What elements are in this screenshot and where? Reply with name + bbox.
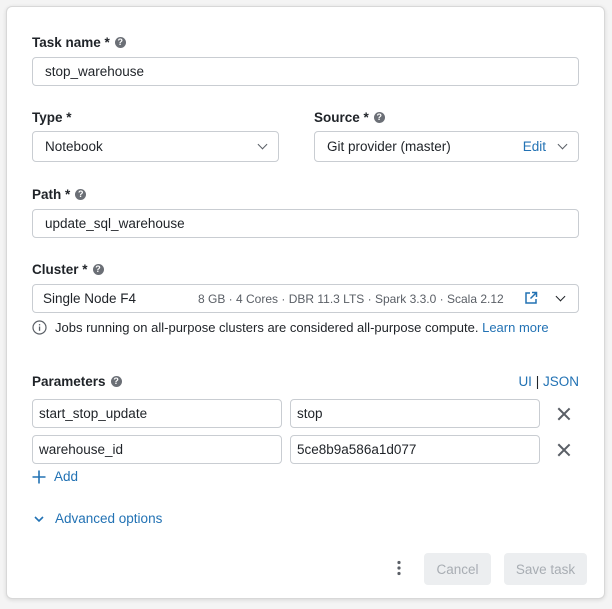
- help-icon[interactable]: ?: [92, 264, 104, 275]
- path-label: Path * ?: [32, 187, 87, 202]
- param-value-input[interactable]: 5ce8b9a586a1d077: [290, 435, 540, 464]
- cluster-select[interactable]: Single Node F4 8 GB · 4 Cores · DBR 11.3…: [32, 284, 579, 313]
- help-icon[interactable]: ?: [114, 37, 126, 48]
- param-key-input[interactable]: warehouse_id: [32, 435, 282, 464]
- source-select[interactable]: Git provider (master) Edit: [314, 131, 579, 162]
- learn-more-link[interactable]: Learn more: [482, 320, 548, 335]
- plus-icon: [32, 470, 46, 483]
- cluster-details: 8 GB · 4 Cores · DBR 11.3 LTS · Spark 3.…: [198, 292, 504, 306]
- task-form-panel: Task name * ? stop_warehouse Type * Note…: [6, 6, 605, 599]
- chevron-down-icon: [555, 291, 566, 302]
- mode-ui-link[interactable]: UI: [518, 374, 532, 389]
- external-link-icon[interactable]: [524, 291, 538, 305]
- path-input[interactable]: update_sql_warehouse: [32, 209, 579, 238]
- chevron-down-icon: [257, 139, 268, 150]
- add-parameter-button[interactable]: Add: [32, 469, 78, 484]
- cancel-button[interactable]: Cancel: [424, 553, 491, 585]
- source-edit-link[interactable]: Edit: [523, 139, 546, 154]
- advanced-options-toggle[interactable]: Advanced options: [34, 511, 162, 526]
- info-icon: [32, 320, 47, 335]
- task-name-label: Task name * ?: [32, 35, 126, 50]
- remove-param-icon[interactable]: [557, 443, 571, 457]
- source-label: Source * ?: [314, 110, 385, 125]
- cluster-info-text: Jobs running on all-purpose clusters are…: [55, 320, 549, 335]
- help-icon[interactable]: ?: [373, 112, 385, 123]
- parameters-label: Parameters ?: [32, 374, 122, 389]
- cluster-label: Cluster * ?: [32, 262, 104, 277]
- chevron-down-icon: [34, 515, 44, 522]
- mode-json-link[interactable]: JSON: [543, 374, 579, 389]
- param-key-input[interactable]: start_stop_update: [32, 399, 282, 428]
- cluster-name: Single Node F4: [43, 291, 137, 306]
- type-select[interactable]: Notebook: [32, 131, 279, 162]
- save-task-button[interactable]: Save task: [504, 553, 587, 585]
- help-icon[interactable]: ?: [110, 376, 122, 387]
- remove-param-icon[interactable]: [557, 407, 571, 421]
- param-value-input[interactable]: stop: [290, 399, 540, 428]
- type-label: Type *: [32, 110, 72, 125]
- chevron-down-icon: [557, 139, 568, 150]
- more-options-icon[interactable]: [397, 560, 401, 576]
- parameters-mode-toggle: UI | JSON: [518, 374, 579, 389]
- help-icon[interactable]: ?: [75, 189, 87, 200]
- task-name-input[interactable]: stop_warehouse: [32, 57, 579, 86]
